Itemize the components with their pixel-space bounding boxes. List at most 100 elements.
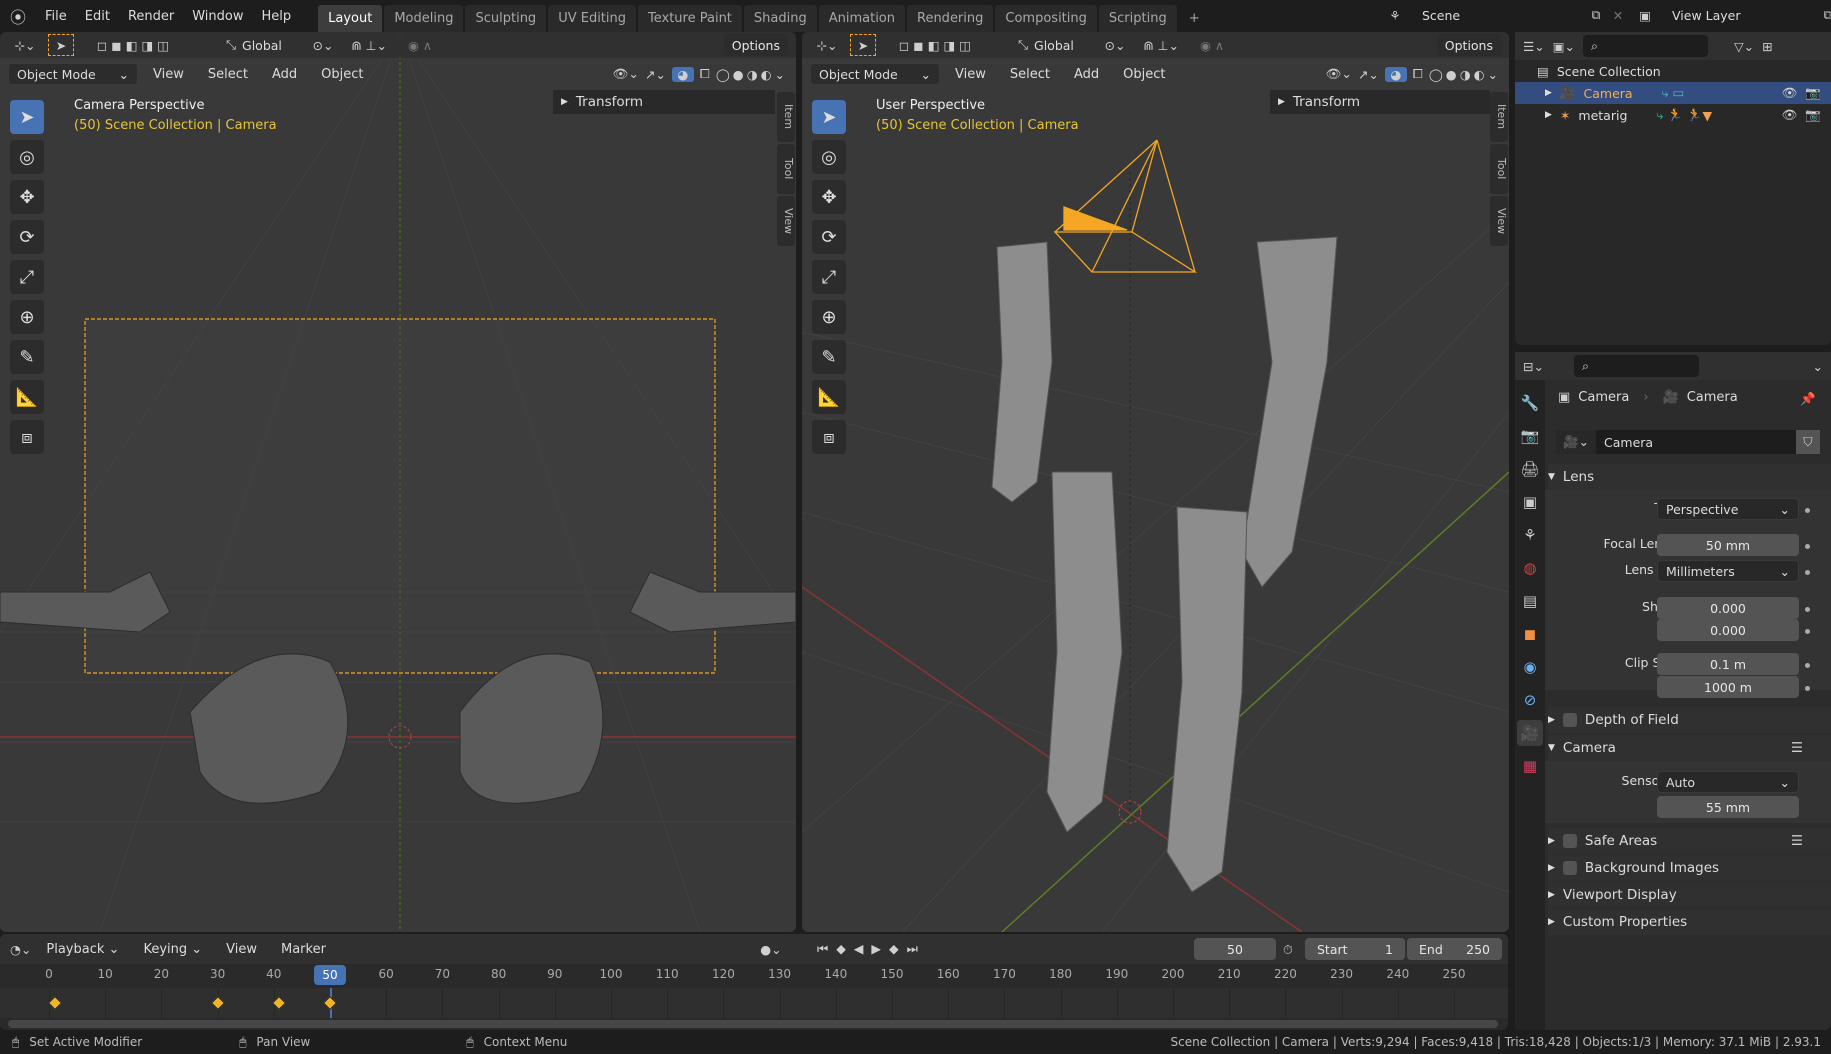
pivot-icon[interactable]: ⊙⌄ bbox=[308, 38, 338, 53]
sidetab-item[interactable]: Item bbox=[1490, 92, 1508, 142]
outliner-item-metarig[interactable]: ▶ ✶ metarig ⤷ 🏃 🏃 ▼ 👁 📷 bbox=[1515, 104, 1831, 126]
view-layer-filter-icon[interactable]: ▣⌄ bbox=[1553, 39, 1575, 54]
auto-keying-icon[interactable]: ●⌄ bbox=[751, 942, 791, 957]
gizmo-icon[interactable]: ↗⌄ bbox=[645, 67, 666, 82]
keyframe-diamond[interactable] bbox=[322, 995, 338, 1011]
menu-view[interactable]: View bbox=[144, 67, 193, 82]
new-collection-icon[interactable]: ⊞ bbox=[1762, 39, 1772, 54]
presets-list-icon[interactable]: ☰ bbox=[1791, 740, 1803, 756]
scale-tool-icon[interactable]: ⤢ bbox=[10, 260, 44, 294]
scale-tool-icon[interactable]: ⤢ bbox=[812, 260, 846, 294]
mode-dropdown[interactable]: Object Mode ⌄ bbox=[810, 63, 940, 85]
dof-checkbox[interactable] bbox=[1562, 713, 1577, 727]
menu-add[interactable]: Add bbox=[263, 67, 306, 82]
new-view-layer-icon[interactable]: ⧉ bbox=[1818, 7, 1831, 23]
sidetab-view[interactable]: View bbox=[777, 196, 795, 246]
cursor-tool-icon[interactable]: ◎ bbox=[10, 140, 44, 174]
move-tool-icon[interactable]: ✥ bbox=[10, 180, 44, 214]
editor-type-icon[interactable]: ◔⌄ bbox=[10, 942, 31, 957]
sidetab-tool[interactable]: Tool bbox=[777, 144, 795, 194]
lens-type-dropdown[interactable]: Perspective ⌄ bbox=[1657, 498, 1799, 520]
selection-mode-icons[interactable]: ◻◼◧◨◫ bbox=[80, 38, 190, 53]
orientation-dropdown[interactable]: Global bbox=[1034, 38, 1094, 53]
object-tab-icon[interactable]: ◼ bbox=[1517, 621, 1543, 647]
sensor-fit-dropdown[interactable]: Auto ⌄ bbox=[1657, 771, 1799, 793]
outliner-root[interactable]: ▤ Scene Collection bbox=[1515, 60, 1831, 82]
animate-shifty-dot[interactable] bbox=[1805, 629, 1810, 634]
options-button[interactable]: Options bbox=[1436, 34, 1501, 56]
collection-tab-icon[interactable]: ▤ bbox=[1517, 588, 1543, 614]
view-layer-tab-icon[interactable]: ▣ bbox=[1517, 489, 1543, 515]
tab-uv-editing[interactable]: UV Editing bbox=[548, 5, 637, 32]
lens-unit-dropdown[interactable]: Millimeters ⌄ bbox=[1657, 560, 1799, 582]
options-button[interactable]: Options bbox=[723, 34, 788, 56]
eye-icon[interactable]: 👁 bbox=[1782, 85, 1798, 101]
measure-tool-icon[interactable]: 📐 bbox=[10, 380, 44, 414]
world-tab-icon[interactable]: ◍ bbox=[1517, 555, 1543, 581]
measure-tool-icon[interactable]: 📐 bbox=[812, 380, 846, 414]
annotate-tool-icon[interactable]: ✎ bbox=[812, 340, 846, 374]
cursor-tool-icon[interactable]: ◎ bbox=[812, 140, 846, 174]
overlay-icon[interactable]: ◕ bbox=[671, 66, 694, 82]
tab-sculpting[interactable]: Sculpting bbox=[465, 5, 547, 32]
animate-clipend-dot[interactable] bbox=[1805, 686, 1810, 691]
shift-y-field[interactable]: 0.000 bbox=[1657, 619, 1799, 641]
shading-modes-icon[interactable]: ◯●◑◐⌄ bbox=[716, 67, 788, 82]
frame-ruler[interactable]: 0 10 20 30 40 50 60 70 80 90 100 110 120 130 140 150 160… bbox=[0, 964, 1508, 988]
animate-unit-dot[interactable] bbox=[1805, 570, 1810, 575]
select-box-tool-icon[interactable]: ➤ bbox=[812, 100, 846, 134]
blender-logo-icon[interactable]: ⦿ bbox=[0, 4, 36, 28]
tab-compositing[interactable]: Compositing bbox=[995, 5, 1097, 32]
gizmo-icon[interactable]: ↗⌄ bbox=[1358, 67, 1379, 82]
sidetab-view[interactable]: View bbox=[1490, 196, 1508, 246]
visibility-icon[interactable]: 👁⌄ bbox=[1326, 66, 1352, 82]
clip-start-field[interactable]: 0.1 m bbox=[1657, 653, 1799, 675]
current-frame-field[interactable]: 50 bbox=[1194, 938, 1276, 960]
tab-texture-paint[interactable]: Texture Paint bbox=[638, 5, 742, 32]
texture-tab-icon[interactable]: ▦ bbox=[1517, 753, 1543, 779]
keyframe-diamond[interactable] bbox=[210, 995, 225, 1011]
tab-layout[interactable]: Layout bbox=[318, 5, 383, 32]
add-cube-tool-icon[interactable]: ⧈ bbox=[812, 420, 846, 454]
options-chevron-icon[interactable]: ⌄ bbox=[1813, 359, 1823, 374]
menu-add[interactable]: Add bbox=[1065, 67, 1108, 82]
scene-selector[interactable]: Scene bbox=[1414, 4, 1582, 26]
menu-select[interactable]: Select bbox=[199, 67, 257, 82]
rotate-tool-icon[interactable]: ⟳ bbox=[10, 220, 44, 254]
render-tab-icon[interactable]: 📷 bbox=[1517, 423, 1543, 449]
tab-rendering[interactable]: Rendering bbox=[907, 5, 994, 32]
background-images-checkbox[interactable] bbox=[1562, 861, 1577, 875]
playback-controls-icons[interactable]: ⏮◆◀▶◆⏭ bbox=[817, 941, 926, 957]
menu-file[interactable]: File bbox=[36, 9, 76, 24]
select-box-tool-icon[interactable]: ➤ bbox=[10, 100, 44, 134]
editor-type-icon[interactable]: ⊹⌄ bbox=[810, 38, 844, 53]
playback-menu[interactable]: Playback ⌄ bbox=[37, 942, 128, 957]
sidetab-item[interactable]: Item bbox=[777, 92, 795, 142]
tab-shading[interactable]: Shading bbox=[743, 5, 817, 32]
xray-icon[interactable]: ⧠ bbox=[1413, 66, 1423, 82]
camera-browse-icon[interactable]: 🎥⌄ bbox=[1556, 430, 1596, 454]
visibility-icon[interactable]: 👁⌄ bbox=[613, 66, 639, 82]
orientation-dropdown[interactable]: Global bbox=[242, 38, 302, 53]
animate-clipstart-dot[interactable] bbox=[1805, 663, 1810, 668]
snap-icon[interactable]: ⋒ ⊥⌄ bbox=[1136, 38, 1186, 53]
annotate-tool-icon[interactable]: ✎ bbox=[10, 340, 44, 374]
marker-menu[interactable]: Marker bbox=[272, 942, 335, 957]
armature-data-icons[interactable]: ⤷ 🏃 🏃 ▼ bbox=[1656, 107, 1712, 123]
menu-view[interactable]: View bbox=[946, 67, 995, 82]
tab-modeling[interactable]: Modeling bbox=[384, 5, 464, 32]
proportional-edit-icon[interactable]: ◉ ∧ bbox=[1192, 38, 1232, 53]
menu-edit[interactable]: Edit bbox=[76, 9, 119, 24]
editor-type-icon[interactable]: ⊹⌄ bbox=[8, 38, 42, 53]
menu-render[interactable]: Render bbox=[119, 9, 183, 24]
display-mode-icon[interactable]: ☰⌄ bbox=[1523, 39, 1545, 54]
presets-list-icon[interactable]: ☰ bbox=[1791, 833, 1803, 849]
timeline-view-menu[interactable]: View bbox=[217, 942, 266, 957]
tool-tab-icon[interactable]: 🔧 bbox=[1517, 390, 1543, 416]
overlay-icon[interactable]: ◕ bbox=[1384, 66, 1407, 82]
end-frame-field[interactable]: End 250 bbox=[1407, 938, 1502, 960]
view-layer-selector[interactable]: View Layer bbox=[1664, 4, 1814, 26]
lens-panel-header[interactable]: ▼ Lens bbox=[1548, 464, 1831, 490]
add-cube-tool-icon[interactable]: ⧈ bbox=[10, 420, 44, 454]
shading-modes-icon[interactable]: ◯●◑◐⌄ bbox=[1429, 67, 1501, 82]
